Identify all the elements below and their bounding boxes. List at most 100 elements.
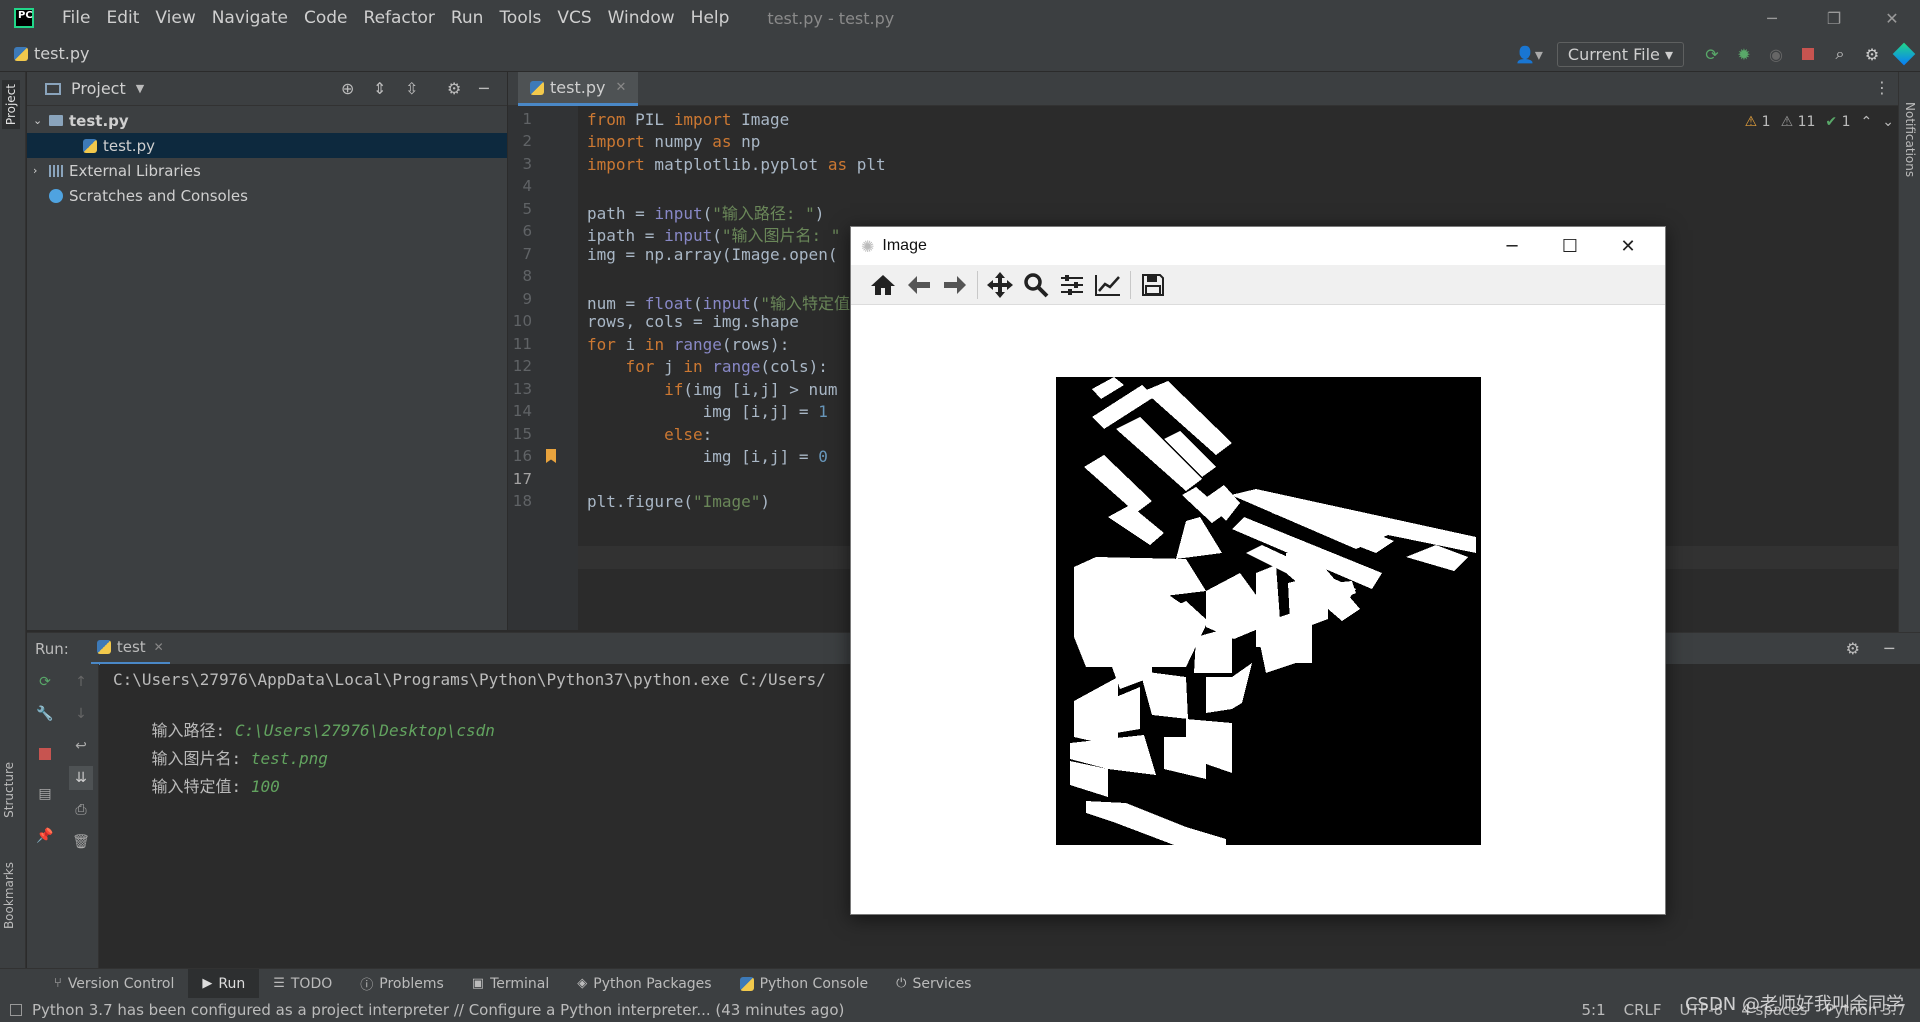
scroll-to-end-icon[interactable]: ⇊ [69,766,93,790]
print-icon[interactable]: ⎙ [69,798,93,822]
weak-warning-count[interactable]: ⚠ 11 [1781,114,1816,130]
search-icon[interactable]: ⌕ [1824,36,1856,72]
tab-test-py[interactable]: test.py ✕ [518,72,639,106]
caret-position[interactable]: 5:1 [1581,1001,1605,1019]
wrench-icon[interactable]: 🔧 [33,702,57,726]
chevron-down-icon[interactable]: ▼ [136,82,144,95]
expand-all-icon[interactable]: ⇕ [373,79,386,98]
services-icon: ⏻ [896,976,907,991]
down-icon[interactable]: ↓ [69,702,93,726]
home-icon[interactable] [865,268,901,302]
tool-tab-todo[interactable]: ☰ TODO [259,969,346,999]
rerun-icon[interactable]: ⟳ [1696,36,1728,72]
tool-tab-version-control[interactable]: ⑂ Version Control [40,969,188,999]
collapse-all-icon[interactable]: ⇳ [405,79,418,98]
menu-tools[interactable]: Tools [491,0,549,36]
hide-icon[interactable]: ─ [479,79,489,98]
stop-icon[interactable] [33,742,57,766]
minimize-button[interactable]: ─ [1744,0,1800,36]
coverage-icon[interactable]: ◉ [1760,36,1792,72]
pin-icon[interactable]: 📌 [33,824,57,848]
tool-tab-run[interactable]: ▶ Run [188,968,260,999]
menu-code[interactable]: Code [296,0,356,36]
tool-tab-python-packages[interactable]: ◈ Python Packages [563,969,725,999]
tree-external-libraries[interactable]: › External Libraries [27,158,507,183]
back-icon[interactable] [901,268,937,302]
figure-canvas[interactable] [851,306,1665,914]
tool-tab-python-console[interactable]: Python Console [726,969,883,999]
forward-icon[interactable] [937,268,973,302]
bookmarks-tool-tab[interactable]: Bookmarks [2,862,16,929]
python-file-icon [530,80,544,95]
hide-icon[interactable]: ─ [1884,639,1894,658]
next-highlight-icon[interactable]: ⌄ [1882,114,1894,130]
locate-icon[interactable]: ⊕ [341,79,354,98]
figure-close-button[interactable]: ✕ [1599,227,1657,265]
warning-count[interactable]: ⚠ 1 [1745,114,1771,130]
close-tab-icon[interactable]: ✕ [154,640,164,654]
run-tab-test[interactable]: test ✕ [90,633,170,665]
status-message[interactable]: Python 3.7 has been configured as a proj… [32,1001,844,1019]
tree-root[interactable]: ⌄ test.py [27,108,507,133]
zoom-icon[interactable] [1018,268,1054,302]
settings-icon[interactable]: ⚙ [1856,36,1888,72]
close-tab-icon[interactable]: ✕ [615,80,626,95]
structure-tool-tab[interactable]: Structure [2,762,16,818]
gear-icon[interactable]: ⚙ [1846,639,1860,658]
configure-subplots-icon[interactable] [1054,268,1090,302]
menu-file[interactable]: File [54,0,98,36]
menu-view[interactable]: View [147,0,203,36]
code-line: ipath = input("输入图片名: " [587,226,841,245]
toggle-tool-windows-icon[interactable] [10,1004,22,1016]
menu-refactor[interactable]: Refactor [356,0,443,36]
figure-minimize-button[interactable]: ─ [1483,227,1541,265]
chevron-down-icon[interactable]: ⌄ [33,114,49,127]
up-icon[interactable]: ↑ [69,670,93,694]
inspection-widget[interactable]: ⚠ 1 ⚠ 11 ✔ 1 ⌃ ⌄ [1745,114,1894,130]
tool-tab-terminal[interactable]: ▣ Terminal [458,969,563,999]
tree-item-label: Scratches and Consoles [69,186,248,205]
python-icon [739,976,754,991]
project-title[interactable]: Project [71,79,126,98]
tool-tab-label: Problems [379,975,444,992]
menu-run[interactable]: Run [443,0,492,36]
user-icon[interactable]: 👤▾ [1513,36,1545,72]
run-configuration-select[interactable]: Current File ▾ [1556,41,1684,67]
edit-axis-icon[interactable] [1090,268,1126,302]
project-tool-tab[interactable]: Project [2,80,20,130]
notifications-tool-tab[interactable]: Notifications [1903,102,1917,177]
code-line: num = float(input("输入特定值 [587,294,851,313]
breadcrumb[interactable]: test.py [14,44,89,63]
tree-item-file[interactable]: test.py [27,133,507,158]
chevron-right-icon[interactable]: › [33,164,49,177]
menu-edit[interactable]: Edit [98,0,147,36]
breadcrumb-file[interactable]: test.py [34,44,89,63]
stop-icon[interactable] [1792,36,1824,72]
code-line: import numpy as np [587,132,761,151]
line-separator[interactable]: CRLF [1624,1001,1662,1019]
close-button[interactable]: ✕ [1864,0,1920,36]
tool-tab-services[interactable]: ⏻ Services [882,969,985,999]
menu-navigate[interactable]: Navigate [204,0,296,36]
tree-scratches[interactable]: Scratches and Consoles [27,183,507,208]
restore-button[interactable]: ❐ [1806,0,1862,36]
tree-item-label: External Libraries [69,161,201,180]
trash-icon[interactable]: 🗑 [69,830,93,854]
debug-icon[interactable]: ✹ [1728,36,1760,72]
previous-highlight-icon[interactable]: ⌃ [1861,114,1873,130]
figure-maximize-button[interactable]: ☐ [1541,227,1599,265]
tool-tab-problems[interactable]: ⓘ Problems [346,969,458,999]
soft-wrap-icon[interactable]: ↩ [69,734,93,758]
pan-icon[interactable] [982,268,1018,302]
more-options-icon[interactable]: ⋮ [1874,78,1890,97]
gear-icon[interactable]: ⚙ [447,79,461,98]
code-line: for j in range(cols): [625,357,828,376]
menu-window[interactable]: Window [600,0,683,36]
menu-help[interactable]: Help [683,0,738,36]
jetbrains-icon[interactable] [1888,36,1920,72]
menu-vcs[interactable]: VCS [549,0,599,36]
save-icon[interactable] [1135,268,1171,302]
typo-count[interactable]: ✔ 1 [1825,114,1850,130]
layout-icon[interactable]: ▤ [33,782,57,806]
rerun-icon[interactable]: ⟳ [33,670,57,694]
